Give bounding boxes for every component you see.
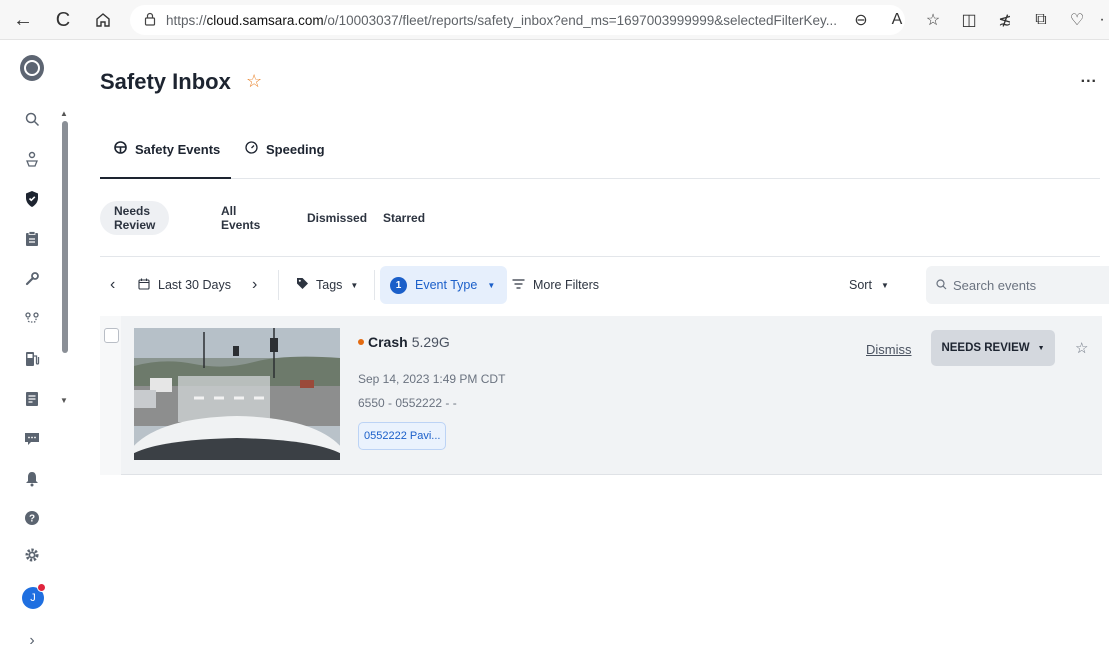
tab-speeding[interactable]: Speeding: [245, 141, 325, 157]
dismiss-link[interactable]: Dismiss: [866, 342, 912, 357]
compliance-clipboard-icon[interactable]: [18, 225, 46, 253]
event-title[interactable]: Crash 5.29G: [358, 334, 450, 350]
previous-range-chevron-icon[interactable]: ‹: [110, 266, 115, 304]
divider: [100, 256, 1100, 257]
search-events-field[interactable]: [926, 266, 1109, 304]
search-icon[interactable]: [18, 105, 46, 133]
split-screen-icon[interactable]: ◫: [951, 10, 987, 30]
tag-icon: [296, 277, 309, 293]
needs-review-status-button[interactable]: NEEDS REVIEW ▼: [931, 330, 1055, 366]
favorite-star-icon[interactable]: ☆: [915, 10, 951, 30]
filter-count-badge: 1: [390, 276, 407, 294]
scroll-down-icon[interactable]: ▼: [60, 396, 68, 405]
notification-dot: [37, 583, 46, 592]
browser-toolbar: ← C https://cloud.samsara.com/o/10003037…: [0, 0, 1109, 40]
tab-label: Safety Events: [135, 141, 221, 157]
drivers-icon[interactable]: [18, 145, 46, 173]
event-type-filter-button[interactable]: 1 Event Type ▼: [380, 266, 508, 304]
subtab-starred[interactable]: Starred: [369, 201, 439, 235]
divider: [374, 270, 375, 300]
fuel-icon[interactable]: [18, 345, 46, 373]
browser-more-icon[interactable]: ·: [1095, 11, 1109, 29]
safety-shield-icon[interactable]: [18, 185, 46, 213]
divider: [278, 270, 279, 300]
star-event-icon[interactable]: ☆: [1075, 339, 1088, 357]
active-tab-indicator: [100, 177, 231, 179]
svg-text:?: ?: [29, 514, 35, 525]
tab-safety-events[interactable]: Safety Events: [114, 141, 220, 157]
url-host: cloud.samsara.com: [206, 12, 324, 28]
subtab-dismissed[interactable]: Dismissed: [293, 201, 381, 235]
date-range-label: Last 30 Days: [158, 278, 231, 292]
caret-down-icon: ▼: [487, 280, 496, 290]
expand-sidebar-chevron-icon[interactable]: ›: [18, 627, 46, 655]
search-icon: [936, 278, 947, 293]
zoom-icon[interactable]: ⊖: [843, 10, 879, 30]
event-type: Crash: [368, 334, 408, 350]
tags-filter-button[interactable]: Tags ▼: [296, 266, 358, 304]
maintenance-wrench-icon[interactable]: [18, 265, 46, 293]
messages-icon[interactable]: [18, 425, 46, 453]
tab-bar: Safety Events Speeding: [100, 131, 1100, 179]
event-checkbox[interactable]: [104, 328, 119, 343]
event-gforce: 5.29G: [411, 334, 450, 350]
more-menu-button[interactable]: ...: [1081, 69, 1097, 87]
sidebar: ▲ ▼ ? J ›: [0, 41, 68, 658]
url-prefix: https://: [166, 12, 207, 28]
documents-icon[interactable]: [18, 385, 46, 413]
event-vehicle: 6550 - 0552222 - -: [358, 396, 457, 410]
browser-actions: ⊖ A ☆ ◫ ≴ ⧉ ♡ ·: [843, 5, 1109, 35]
caret-down-icon: ▼: [880, 280, 889, 290]
event-type-label: Event Type: [415, 278, 478, 292]
browser-essentials-icon[interactable]: ♡: [1059, 10, 1095, 30]
scroll-up-icon[interactable]: ▲: [60, 109, 68, 118]
settings-gear-icon[interactable]: [18, 541, 46, 569]
event-video-thumbnail[interactable]: [134, 328, 340, 460]
tab-label: Speeding: [266, 141, 325, 157]
route-icon[interactable]: [18, 305, 46, 333]
steering-wheel-icon: [114, 141, 127, 157]
caret-down-icon: ▼: [350, 280, 359, 290]
url-path: /o/10003037/fleet/reports/safety_inbox?e…: [323, 12, 838, 28]
search-input[interactable]: [953, 277, 1109, 293]
home-icon[interactable]: [86, 3, 120, 37]
url-text: https://cloud.samsara.com/o/10003037/fle…: [166, 13, 837, 28]
filter-bar: ‹ Last 30 Days › Tags ▼ 1 Event Type ▼ M: [100, 266, 1109, 306]
more-filters-button[interactable]: More Filters: [512, 266, 599, 304]
lock-icon: [144, 12, 156, 29]
sort-label: Sort: [849, 278, 872, 292]
tags-label: Tags: [316, 278, 343, 292]
vehicle-tag-chip[interactable]: 0552222 Pavi...: [358, 422, 447, 450]
event-row[interactable]: Crash 5.29G Sep 14, 2023 1:49 PM CDT 655…: [100, 316, 1102, 475]
read-aloud-icon[interactable]: A: [879, 11, 915, 29]
next-range-chevron-icon[interactable]: ›: [252, 266, 257, 304]
more-filters-label: More Filters: [533, 278, 599, 292]
back-arrow-icon[interactable]: ←: [6, 3, 40, 37]
event-timestamp: Sep 14, 2023 1:49 PM CDT: [358, 372, 506, 386]
severity-dot-icon: [358, 339, 364, 345]
calendar-icon: [138, 278, 150, 293]
favorites-list-icon[interactable]: ≴: [987, 10, 1023, 30]
sort-dropdown[interactable]: Sort ▼: [849, 266, 889, 304]
help-icon[interactable]: ?: [18, 504, 46, 532]
subtab-needs-review[interactable]: Needs Review: [100, 201, 170, 235]
samsara-logo-icon[interactable]: [20, 55, 44, 81]
page-title: Safety Inbox: [100, 69, 231, 94]
subtab-all-events[interactable]: All Events: [207, 201, 274, 235]
alerts-bell-icon[interactable]: [18, 465, 46, 493]
status-label: NEEDS REVIEW: [941, 342, 1030, 354]
address-bar[interactable]: https://cloud.samsara.com/o/10003037/fle…: [130, 5, 905, 35]
main-content: Safety Inbox ☆ ... Safety Events Speedin…: [82, 41, 1109, 658]
favorite-star-icon[interactable]: ☆: [246, 71, 262, 92]
filter-lines-icon: [512, 278, 525, 292]
sidebar-scrollbar[interactable]: [62, 121, 68, 353]
reload-icon[interactable]: C: [46, 3, 80, 37]
speedometer-icon: [245, 141, 258, 157]
collections-icon[interactable]: ⧉: [1023, 11, 1059, 29]
caret-down-icon: ▼: [1037, 344, 1045, 352]
date-range-selector[interactable]: Last 30 Days: [138, 266, 231, 304]
